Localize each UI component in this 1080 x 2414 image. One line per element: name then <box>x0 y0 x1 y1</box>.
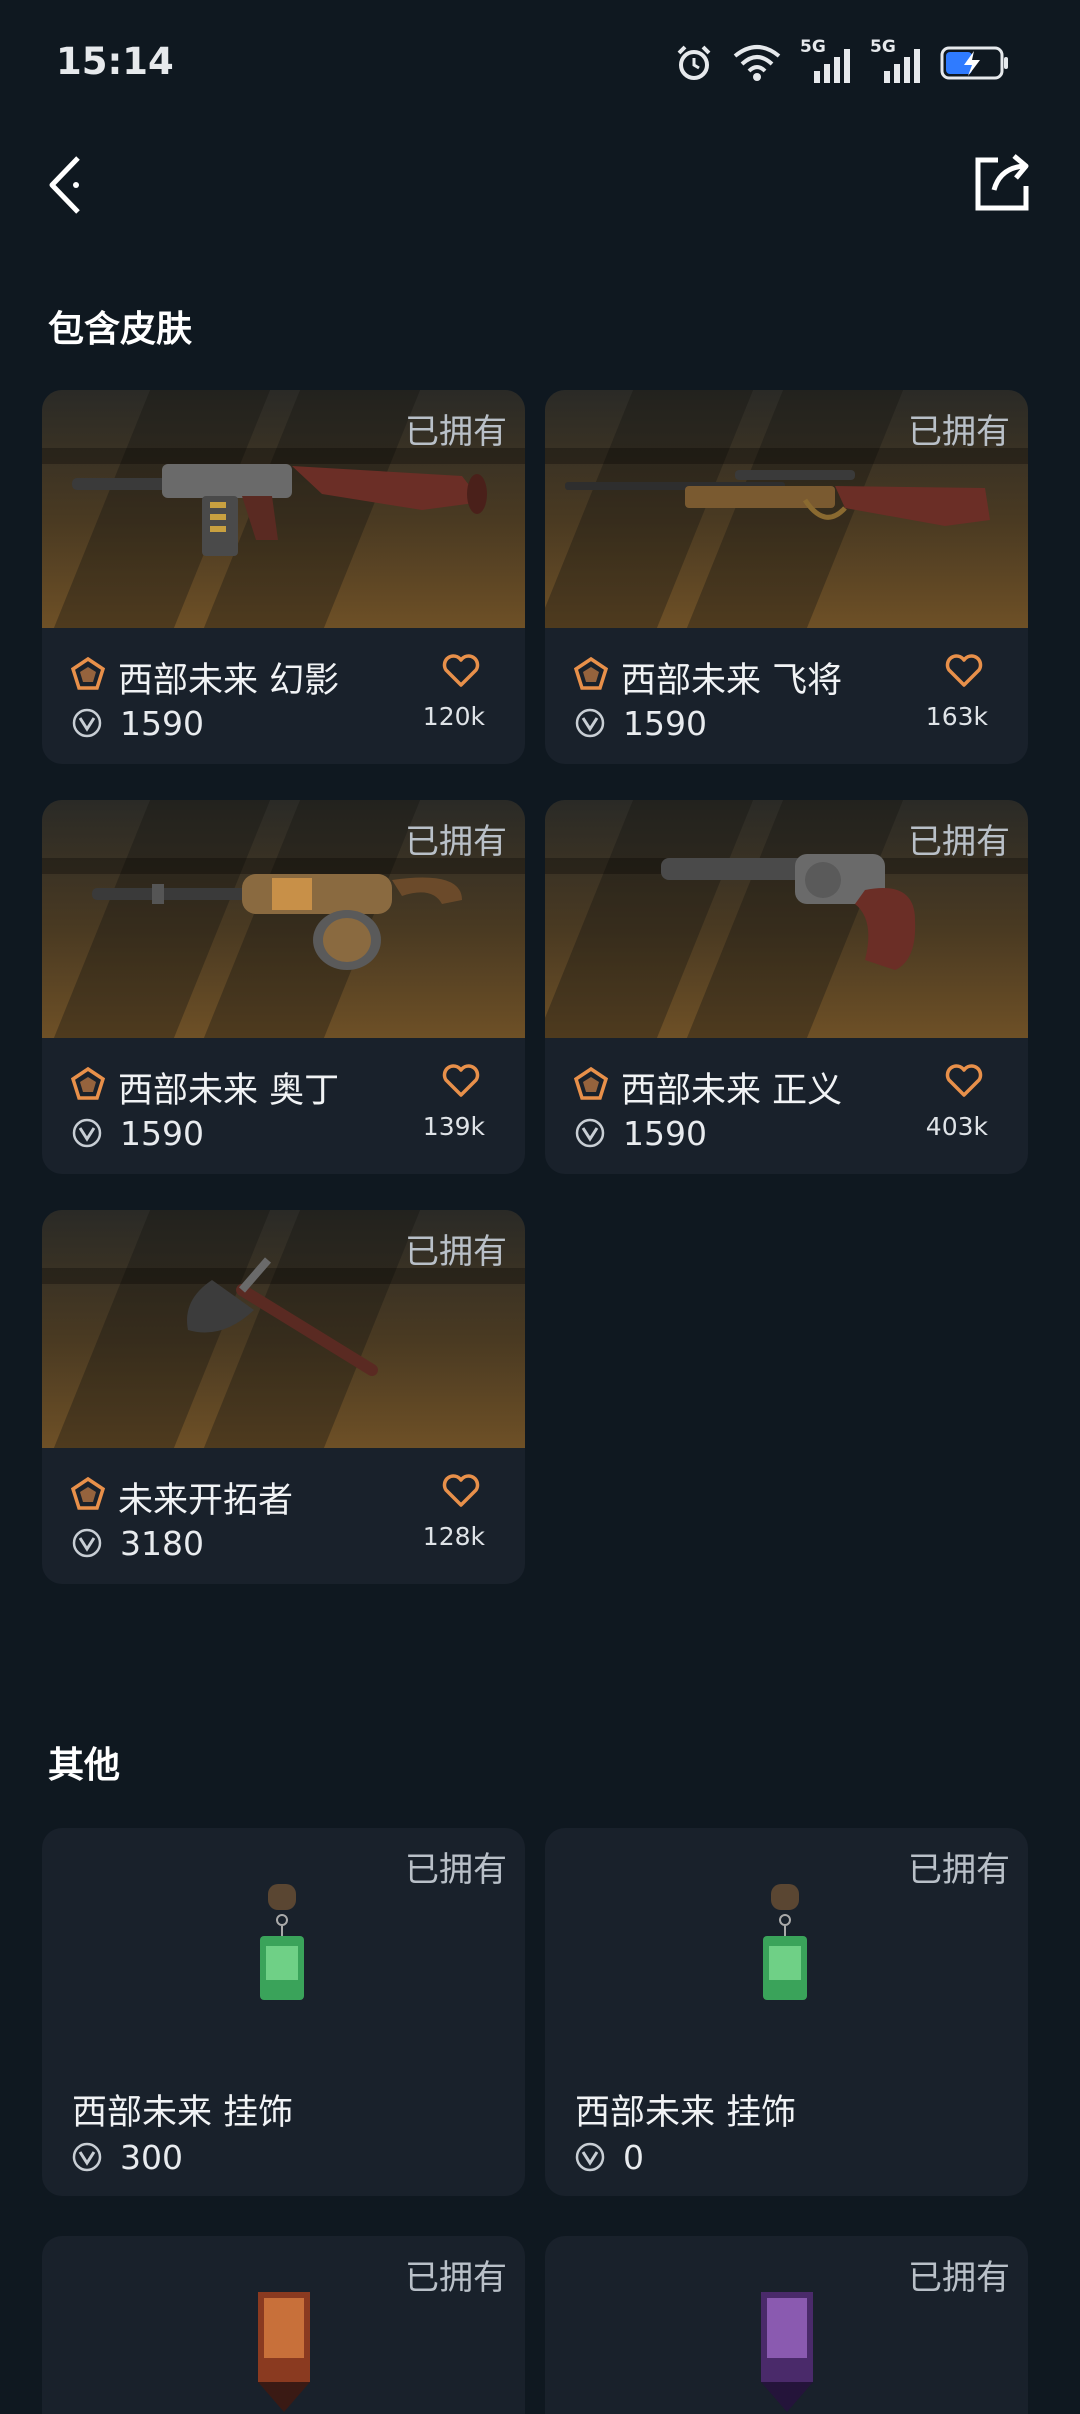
accessory-price: 0 <box>623 2138 644 2177</box>
like-count: 139k <box>422 1112 485 1141</box>
signal-bars-icon <box>884 49 920 83</box>
battery-charging-icon <box>940 46 1008 80</box>
heart-icon[interactable] <box>944 652 984 688</box>
vp-currency-icon <box>72 1528 102 1558</box>
skin-price: 1590 <box>120 1114 204 1153</box>
tier-badge-icon <box>70 1066 106 1100</box>
like-count: 403k <box>925 1112 988 1141</box>
alarm-icon <box>677 45 711 80</box>
owned-label: 已拥有 <box>908 1850 1010 1890</box>
signal-5g-2: 5G <box>870 37 922 85</box>
share-button[interactable] <box>970 150 1036 216</box>
skin-name: 未来开拓者 <box>118 1481 294 1521</box>
owned-label: 已拥有 <box>405 822 507 862</box>
skin-name: 西部未来 奥丁 <box>118 1071 340 1111</box>
vp-currency-icon <box>72 708 102 738</box>
heart-icon[interactable] <box>441 1062 481 1098</box>
skin-image: 已拥有 <box>545 390 1028 628</box>
status-bar: 15:14 5G 5G <box>0 0 1080 128</box>
status-time: 15:14 <box>56 40 174 83</box>
owned-label: 已拥有 <box>908 412 1010 452</box>
accessory-price: 300 <box>120 2138 183 2177</box>
tier-badge-icon <box>573 1066 609 1100</box>
heart-icon[interactable] <box>441 652 481 688</box>
accessory-name: 西部未来 挂饰 <box>72 2093 294 2133</box>
section-title-other: 其他 <box>48 1745 121 1786</box>
like-count: 120k <box>422 702 485 731</box>
heart-icon[interactable] <box>944 1062 984 1098</box>
accessory-image: 已拥有 <box>42 1828 525 2066</box>
status-icons: 5G 5G <box>674 37 1010 86</box>
spray-card[interactable]: 已拥有 <box>545 2236 1028 2414</box>
spray-banner-icon <box>258 2292 310 2412</box>
chevron-left-icon <box>49 156 80 214</box>
wifi-icon <box>733 45 781 81</box>
vp-currency-icon <box>575 708 605 738</box>
skin-card[interactable]: 已拥有 西部未来 奥丁 1590 139k <box>42 800 525 1174</box>
skin-card[interactable]: 已拥有 西部未来 正义 1590 403k <box>545 800 1028 1174</box>
signal-bars-icon <box>814 49 850 83</box>
signal-5g-1: 5G <box>800 37 852 85</box>
vp-currency-icon <box>575 1118 605 1148</box>
section-title-skins: 包含皮肤 <box>48 309 193 350</box>
tier-badge-icon <box>70 656 106 690</box>
skin-image: 已拥有 <box>42 390 525 628</box>
skin-card[interactable]: 已拥有 西部未来 飞将 1590 163k <box>545 390 1028 764</box>
skin-price: 3180 <box>120 1524 204 1563</box>
owned-label: 已拥有 <box>405 1850 507 1890</box>
skin-name: 西部未来 幻影 <box>118 661 340 701</box>
owned-label: 已拥有 <box>405 2258 507 2298</box>
skin-price: 1590 <box>623 704 707 743</box>
vp-currency-icon <box>72 2142 102 2172</box>
accessory-name: 西部未来 挂饰 <box>575 2093 797 2133</box>
spray-banner-icon <box>761 2292 813 2412</box>
accessory-card[interactable]: 已拥有 西部未来 挂饰 0 <box>545 1828 1028 2196</box>
back-button[interactable] <box>40 150 100 220</box>
like-count: 163k <box>925 702 988 731</box>
skin-card[interactable]: 已拥有 未来开拓者 3180 128k <box>42 1210 525 1584</box>
like-count: 128k <box>422 1522 485 1551</box>
accessory-image: 已拥有 <box>545 1828 1028 2066</box>
skin-name: 西部未来 正义 <box>621 1071 843 1111</box>
heart-icon[interactable] <box>441 1472 481 1508</box>
owned-label: 已拥有 <box>908 2258 1010 2298</box>
skin-image: 已拥有 <box>545 800 1028 1038</box>
spray-card[interactable]: 已拥有 <box>42 2236 525 2414</box>
vp-currency-icon <box>575 2142 605 2172</box>
skin-image: 已拥有 <box>42 800 525 1038</box>
skin-price: 1590 <box>120 704 204 743</box>
skin-card[interactable]: 已拥有 西部未来 幻影 1590 120k <box>42 390 525 764</box>
tier-badge-icon <box>573 656 609 690</box>
owned-label: 已拥有 <box>908 822 1010 862</box>
owned-label: 已拥有 <box>405 1232 507 1272</box>
skin-image: 已拥有 <box>42 1210 525 1448</box>
accessory-card[interactable]: 已拥有 西部未来 挂饰 300 <box>42 1828 525 2196</box>
skin-price: 1590 <box>623 1114 707 1153</box>
share-icon <box>975 154 1029 211</box>
skin-name: 西部未来 飞将 <box>621 661 843 701</box>
tier-badge-icon <box>70 1476 106 1510</box>
owned-label: 已拥有 <box>405 412 507 452</box>
vp-currency-icon <box>72 1118 102 1148</box>
